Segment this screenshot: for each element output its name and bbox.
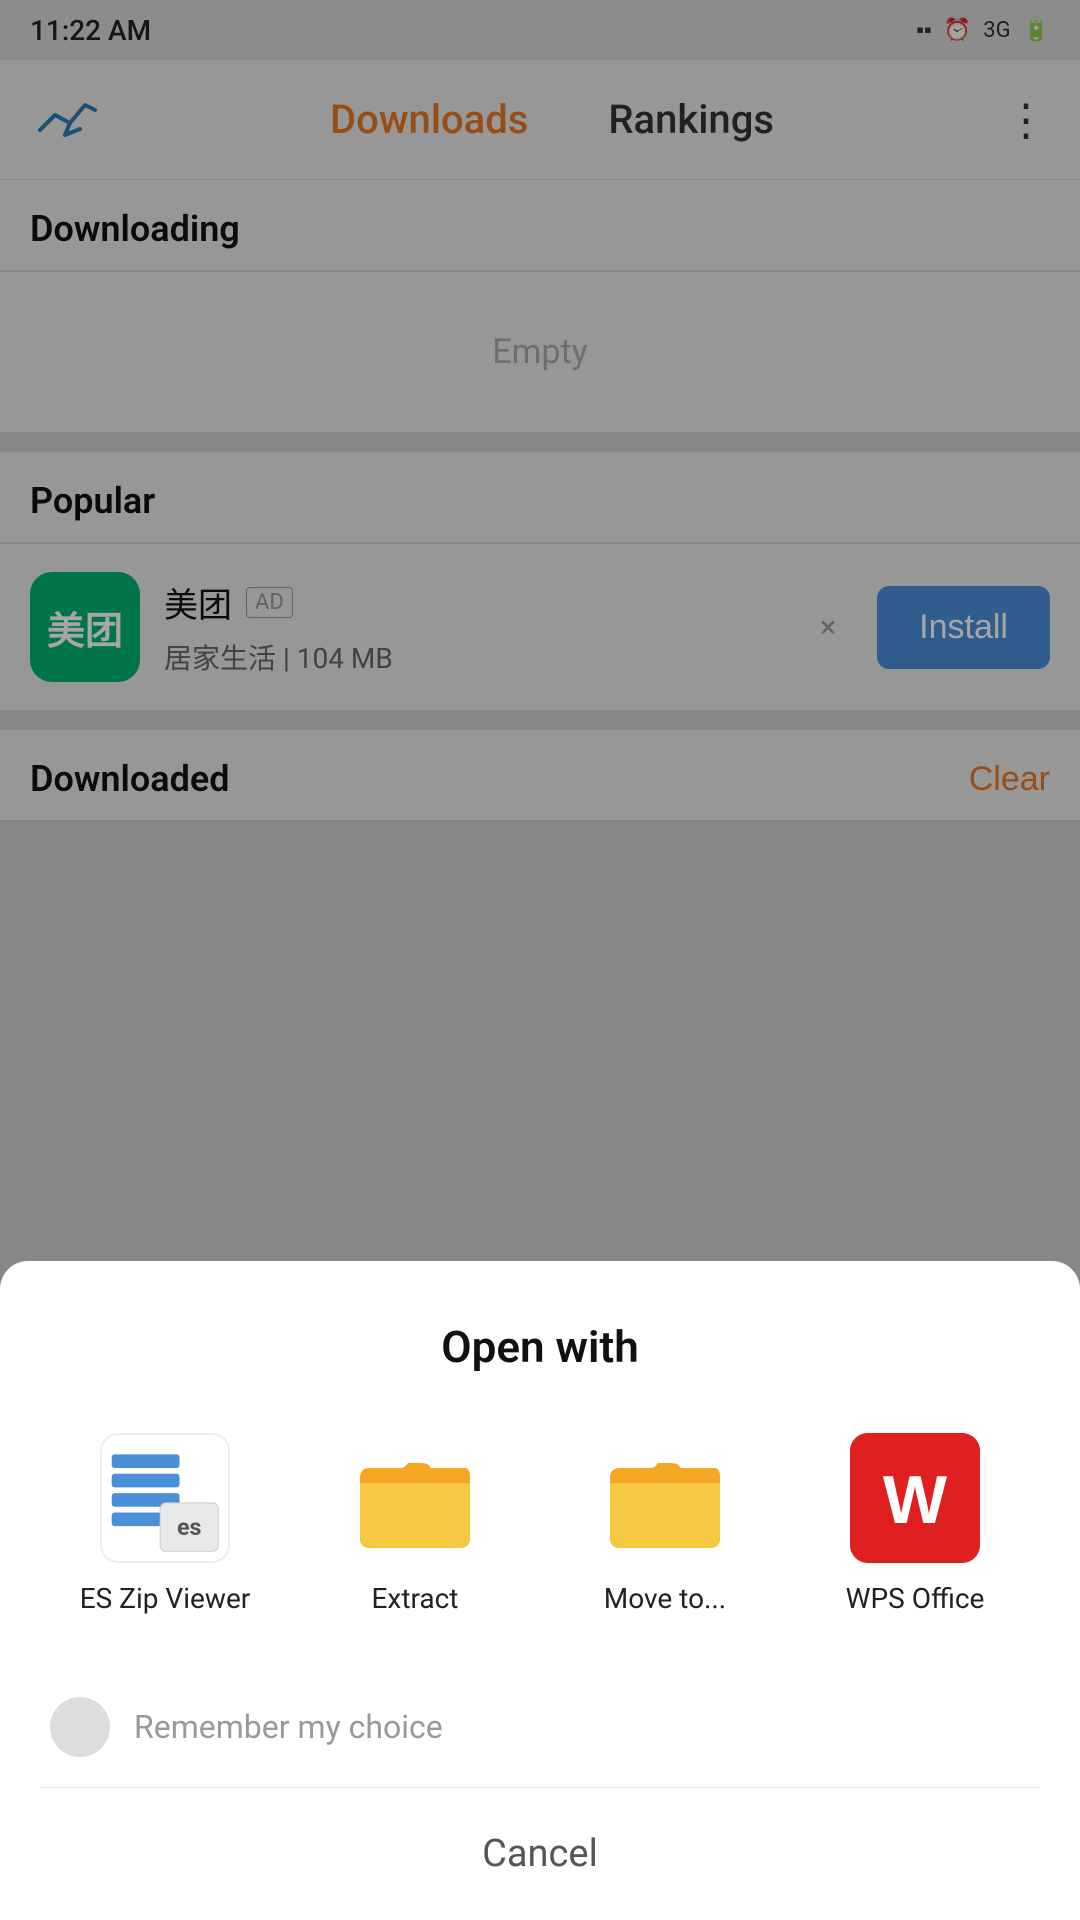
remember-label: Remember my choice [134, 1708, 443, 1746]
es-zip-icon: es [100, 1433, 230, 1563]
extract-icon [350, 1433, 480, 1563]
move-to-label: Move to... [604, 1581, 726, 1617]
remember-toggle[interactable] [50, 1697, 110, 1757]
modal-overlay: Open with es ES Zip Viewer [0, 0, 1080, 1920]
svg-text:W: W [883, 1462, 948, 1538]
option-wps[interactable]: W WPS Office [815, 1433, 1015, 1617]
option-es-zip[interactable]: es ES Zip Viewer [65, 1433, 265, 1617]
wps-icon: W [850, 1433, 980, 1563]
move-to-icon [600, 1433, 730, 1563]
svg-text:es: es [177, 1512, 202, 1540]
extract-label: Extract [372, 1581, 459, 1617]
dialog-title: Open with [40, 1321, 1040, 1373]
app-options-row: es ES Zip Viewer Extract [40, 1433, 1040, 1617]
open-with-dialog: Open with es ES Zip Viewer [0, 1261, 1080, 1920]
option-move-to[interactable]: Move to... [565, 1433, 765, 1617]
es-zip-label: ES Zip Viewer [80, 1581, 251, 1617]
wps-label: WPS Office [846, 1581, 985, 1617]
cancel-label: Cancel [482, 1832, 598, 1876]
option-extract[interactable]: Extract [315, 1433, 515, 1617]
remember-row: Remember my choice [40, 1677, 1040, 1788]
cancel-row[interactable]: Cancel [40, 1788, 1040, 1920]
